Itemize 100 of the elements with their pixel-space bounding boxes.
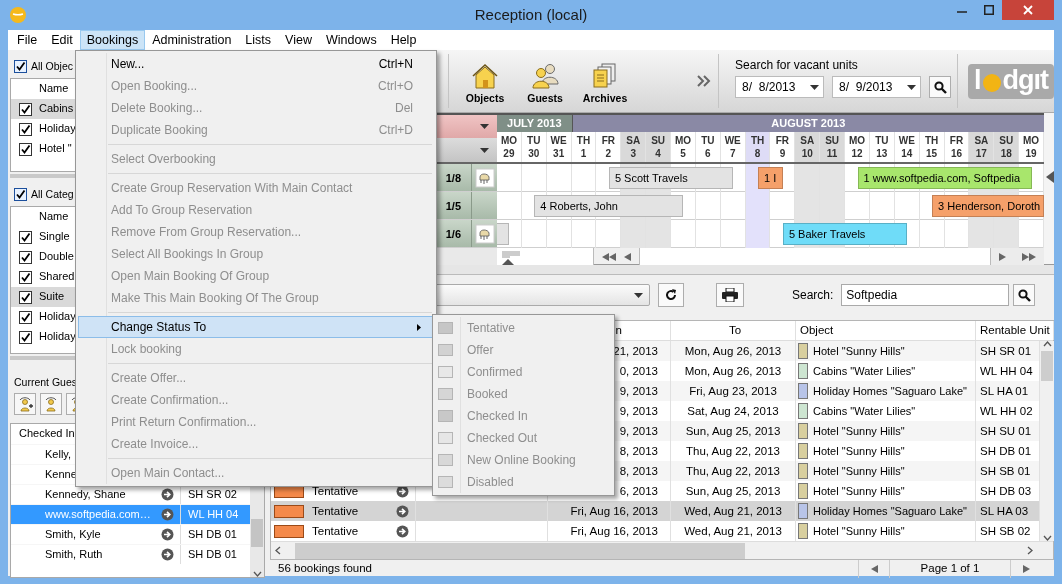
checkbox[interactable] [18,230,32,244]
selected-row-background[interactable]: Tentative Fri, Aug 16, 2013 Wed, Aug 21, 2013 Holiday Homes "Saguaro Lake" SL HA 03 [271,501,1040,521]
row-label: Cabins [39,102,74,116]
arrow-circle-icon[interactable] [161,547,174,561]
row-label: Suite [39,290,65,304]
booking-bar[interactable]: 1 I [758,167,783,189]
guest-row[interactable]: Smith, Kyle SH DB 01 [11,523,250,544]
scrollbar-thumb[interactable] [251,519,263,548]
date-field[interactable]: 8/ 8/2013 [735,76,825,99]
chevrons-icon[interactable] [697,75,712,87]
checkbox[interactable] [18,270,32,284]
toolbar-button[interactable]: Guests [517,50,574,112]
table-cell: Thu, Aug 22, 2013 [686,465,780,477]
day-header: MO 12 [845,132,870,162]
previous-page-icon[interactable] [870,565,878,573]
scroll-down-icon[interactable] [1042,535,1052,541]
table-cell: 8, 2013 [619,465,658,477]
menu-item[interactable]: Lists [238,30,279,50]
day-header: TU 30 [521,132,547,162]
menu-item[interactable]: File [10,30,45,50]
checkbox[interactable] [18,330,32,344]
scroll-up-icon[interactable] [1042,341,1052,347]
column-header[interactable]: Object [800,324,834,336]
arrow-circle-icon[interactable] [161,507,174,521]
arrow-circle-icon[interactable] [396,524,409,538]
search-button[interactable] [929,76,952,99]
arrow-circle-icon[interactable] [396,504,409,518]
scrollbar-thumb[interactable] [295,542,745,559]
day-header: SU 11 [820,132,846,162]
checkbox-label: All Categ [31,187,74,201]
day-header: MO 29 [497,132,522,162]
column-header[interactable]: To [728,324,742,336]
checkbox[interactable] [18,122,32,136]
add-guest-button[interactable] [14,392,36,415]
refresh-button[interactable] [658,283,684,307]
logo: l dgıt [968,63,1054,99]
menu-item[interactable]: Administration [145,30,239,50]
maximize-icon[interactable] [983,5,994,15]
table-cell: Mon, Aug 26, 2013 [684,365,782,377]
menu-item[interactable]: Bookings [79,30,146,50]
booking-bar[interactable]: 1 www.softpedia.com, Softpedia [857,167,1032,189]
house-icon [471,61,500,90]
menu-item[interactable]: Change Status To [78,316,434,338]
checkbox[interactable] [18,250,32,264]
skip-back-icon[interactable] [602,252,616,261]
table-cell: SL HA 01 [980,385,1029,397]
menu-item[interactable]: New... Ctrl+N [78,53,434,75]
arrow-circle-icon[interactable] [161,527,174,541]
table-cell: SH SB 02 [980,525,1031,537]
scrollbar-thumb[interactable] [1041,351,1053,381]
back-icon[interactable] [624,252,631,261]
checkbox[interactable] [18,102,32,116]
column-header: Checked In [19,427,75,441]
search-button[interactable] [1013,284,1036,306]
day-header: MO 19 [1019,132,1044,162]
menu-item[interactable]: View [278,30,319,50]
menu-item[interactable]: Edit [44,30,80,50]
date-field[interactable]: 8/ 9/2013 [832,76,922,99]
day-header: FR 16 [944,132,970,162]
search-icon [1017,288,1031,302]
close-icon[interactable] [1023,5,1033,15]
checkbox[interactable] [18,310,32,324]
checkbox[interactable] [18,142,32,156]
table-cell-text: Hotel "Sunny Hills" [813,484,905,499]
booking-bar[interactable]: 3 Henderson, Doroth [932,195,1044,217]
row-label: Holiday [39,310,76,324]
skip-forward-icon[interactable] [1022,252,1036,261]
checkbox[interactable] [14,59,27,73]
print-button[interactable] [716,283,744,307]
booking-bar[interactable]: 5 Baker Travels [782,223,908,245]
forward-icon[interactable] [999,252,1006,261]
column-header[interactable]: Rentable Unit [980,324,1050,336]
table-cell: WL HH 04 [980,365,1033,377]
toolbar-button[interactable]: Archives [577,50,634,112]
arrow-circle-icon[interactable] [161,487,174,501]
day-header: TH 8 [745,132,771,162]
guest-button[interactable] [40,392,62,415]
caret-icon [810,84,820,90]
checkbox[interactable] [18,290,32,304]
day-header: TU 13 [869,132,895,162]
scroll-down-icon[interactable] [252,571,262,577]
table-cell: Fri, Aug 16, 2013 [570,505,658,517]
menu-item[interactable]: Help [383,30,424,50]
next-page-icon[interactable] [1023,565,1030,573]
column-header[interactable]: n [615,324,622,336]
refresh-icon [665,289,677,301]
table-cell-text: Holiday Homes "Saguaro Lake" [813,384,967,399]
guest-row[interactable]: Smith, Ruth SH DB 01 [11,543,250,564]
marker-icon [1046,171,1054,183]
booking-bar[interactable]: 5 Scott Travels [608,167,734,189]
checkbox[interactable] [14,187,27,201]
caret-icon [480,147,489,153]
toolbar-button[interactable]: Objects [457,50,514,112]
table-cell-text: Cabins "Water Lilies" [813,364,916,379]
search-field[interactable]: Softpedia [841,284,1010,306]
scroll-right-icon[interactable] [1027,546,1033,555]
scroll-left-icon[interactable] [275,546,281,555]
booking-bar[interactable]: 4 Roberts, John [534,195,684,217]
menu-item[interactable]: Windows [318,30,384,50]
status-text: Tentative [312,484,360,499]
